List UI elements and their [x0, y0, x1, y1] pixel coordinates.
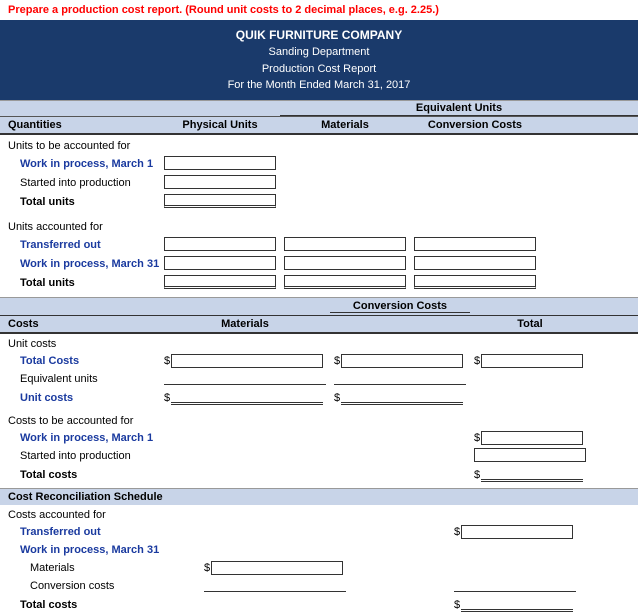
instruction-prefix: Prepare a production cost report.: [8, 4, 185, 16]
report-header: QUIK FURNITURE COMPANY Sanding Departmen…: [0, 20, 638, 100]
costs-started-total-cell[interactable]: [470, 447, 590, 466]
costs-conv-col: [330, 318, 470, 330]
conversion-costs-header: Conversion Costs: [330, 300, 470, 313]
recon-transferred-total-cell[interactable]: $: [450, 524, 580, 540]
wip-march31-mat-cell[interactable]: [280, 255, 410, 274]
dollar-sign-9: $: [204, 562, 210, 574]
wip-march31-physical-cell[interactable]: [160, 255, 280, 274]
recon-conversion-total-cell[interactable]: [450, 577, 580, 596]
quantities-col-header: Quantities: [0, 119, 160, 131]
started-physical-cell[interactable]: [160, 174, 280, 193]
started-label: Started into production: [0, 177, 160, 189]
costs-total-col: Total: [470, 318, 590, 330]
recon-materials-mat-cell[interactable]: $: [200, 560, 350, 576]
costs-col-header: Costs: [0, 318, 160, 330]
accounted-for-label: Units accounted for: [0, 221, 160, 233]
total-units2-mat-cell[interactable]: [280, 274, 410, 293]
transferred-mat-cell[interactable]: [280, 236, 410, 255]
recon-total-costs-label: Total costs: [0, 599, 200, 611]
transferred-label: Transferred out: [0, 239, 160, 251]
dollar-sign-1: $: [164, 355, 170, 367]
costs-mat-col: Materials: [160, 318, 330, 330]
wip-march1-label: Work in process, March 1: [0, 158, 160, 170]
unit-costs-label: Unit costs: [0, 338, 160, 350]
instruction-row: Prepare a production cost report. (Round…: [0, 0, 638, 20]
to-account-for-label: Units to be accounted for: [0, 140, 160, 152]
recon-total-costs-total-cell[interactable]: $: [450, 597, 580, 613]
total-costs-total-cell[interactable]: $: [470, 353, 590, 369]
dollar-sign-7: $: [474, 469, 480, 481]
total-costs-mat-cell[interactable]: $: [160, 353, 330, 369]
costs-to-account-label: Costs to be accounted for: [0, 415, 160, 427]
transferred-conv-cell[interactable]: [410, 236, 540, 255]
costs-total-costs-label: Total costs: [0, 469, 160, 481]
unit-costs-total-cell: [470, 397, 590, 399]
total-units-label: Total units: [0, 196, 160, 208]
unit-costs-conv-cell[interactable]: $: [330, 390, 470, 406]
total-costs-label: Total Costs: [0, 355, 160, 367]
conversion-col: Conversion Costs: [410, 119, 540, 131]
unit-costs-mat-cell[interactable]: $: [160, 390, 330, 406]
equiv-units-conv-cell[interactable]: [330, 370, 470, 389]
dollar-sign-10: $: [454, 599, 460, 611]
costs-started-label: Started into production: [0, 450, 160, 462]
report-period: For the Month Ended March 31, 2017: [4, 77, 634, 94]
department-name: Sanding Department: [4, 44, 634, 61]
total-units2-physical-cell[interactable]: [160, 274, 280, 293]
total-units2-conv-cell[interactable]: [410, 274, 540, 293]
recon-materials-label: Materials: [0, 562, 200, 574]
total-costs-conv-cell[interactable]: $: [330, 353, 470, 369]
equiv-units-header: Equivalent Units: [280, 101, 638, 116]
recon-conversion-label: Conversion costs: [0, 580, 200, 592]
dollar-sign-6: $: [474, 432, 480, 444]
materials-col: Materials: [280, 119, 410, 131]
wip-march31-conv-cell[interactable]: [410, 255, 540, 274]
dollar-sign-5: $: [334, 392, 340, 404]
recon-conversion-mat-cell[interactable]: [200, 577, 350, 596]
dollar-sign-8: $: [454, 526, 460, 538]
dollar-sign-2: $: [334, 355, 340, 367]
costs-total-costs-total-cell[interactable]: $: [470, 467, 590, 483]
reconciliation-header: Cost Reconciliation Schedule: [8, 491, 163, 503]
costs-wip-march1-total-cell[interactable]: $: [470, 430, 590, 446]
total-units2-label: Total units: [0, 277, 160, 289]
dollar-sign-3: $: [474, 355, 480, 367]
total-units-physical-cell[interactable]: [160, 193, 280, 212]
dollar-sign-4: $: [164, 392, 170, 404]
company-name: QUIK FURNITURE COMPANY: [4, 26, 634, 44]
physical-units-col: Physical Units: [160, 119, 280, 131]
instruction-highlight: (Round unit costs to 2 decimal places, e…: [185, 4, 439, 16]
unit-costs-row-label: Unit costs: [0, 392, 160, 404]
recon-transferred-label: Transferred out: [0, 526, 200, 538]
equiv-units-row-label: Equivalent units: [0, 373, 160, 385]
wip-march31-label: Work in process, March 31: [0, 258, 160, 270]
transferred-physical-cell[interactable]: [160, 236, 280, 255]
wip-march1-physical-cell[interactable]: [160, 155, 280, 174]
costs-wip-march1-label: Work in process, March 1: [0, 432, 160, 444]
report-title: Production Cost Report: [4, 61, 634, 78]
costs-accounted-label: Costs accounted for: [0, 509, 200, 521]
equiv-units-mat-cell[interactable]: [160, 370, 330, 389]
recon-wip-march31-label: Work in process, March 31: [0, 544, 200, 556]
